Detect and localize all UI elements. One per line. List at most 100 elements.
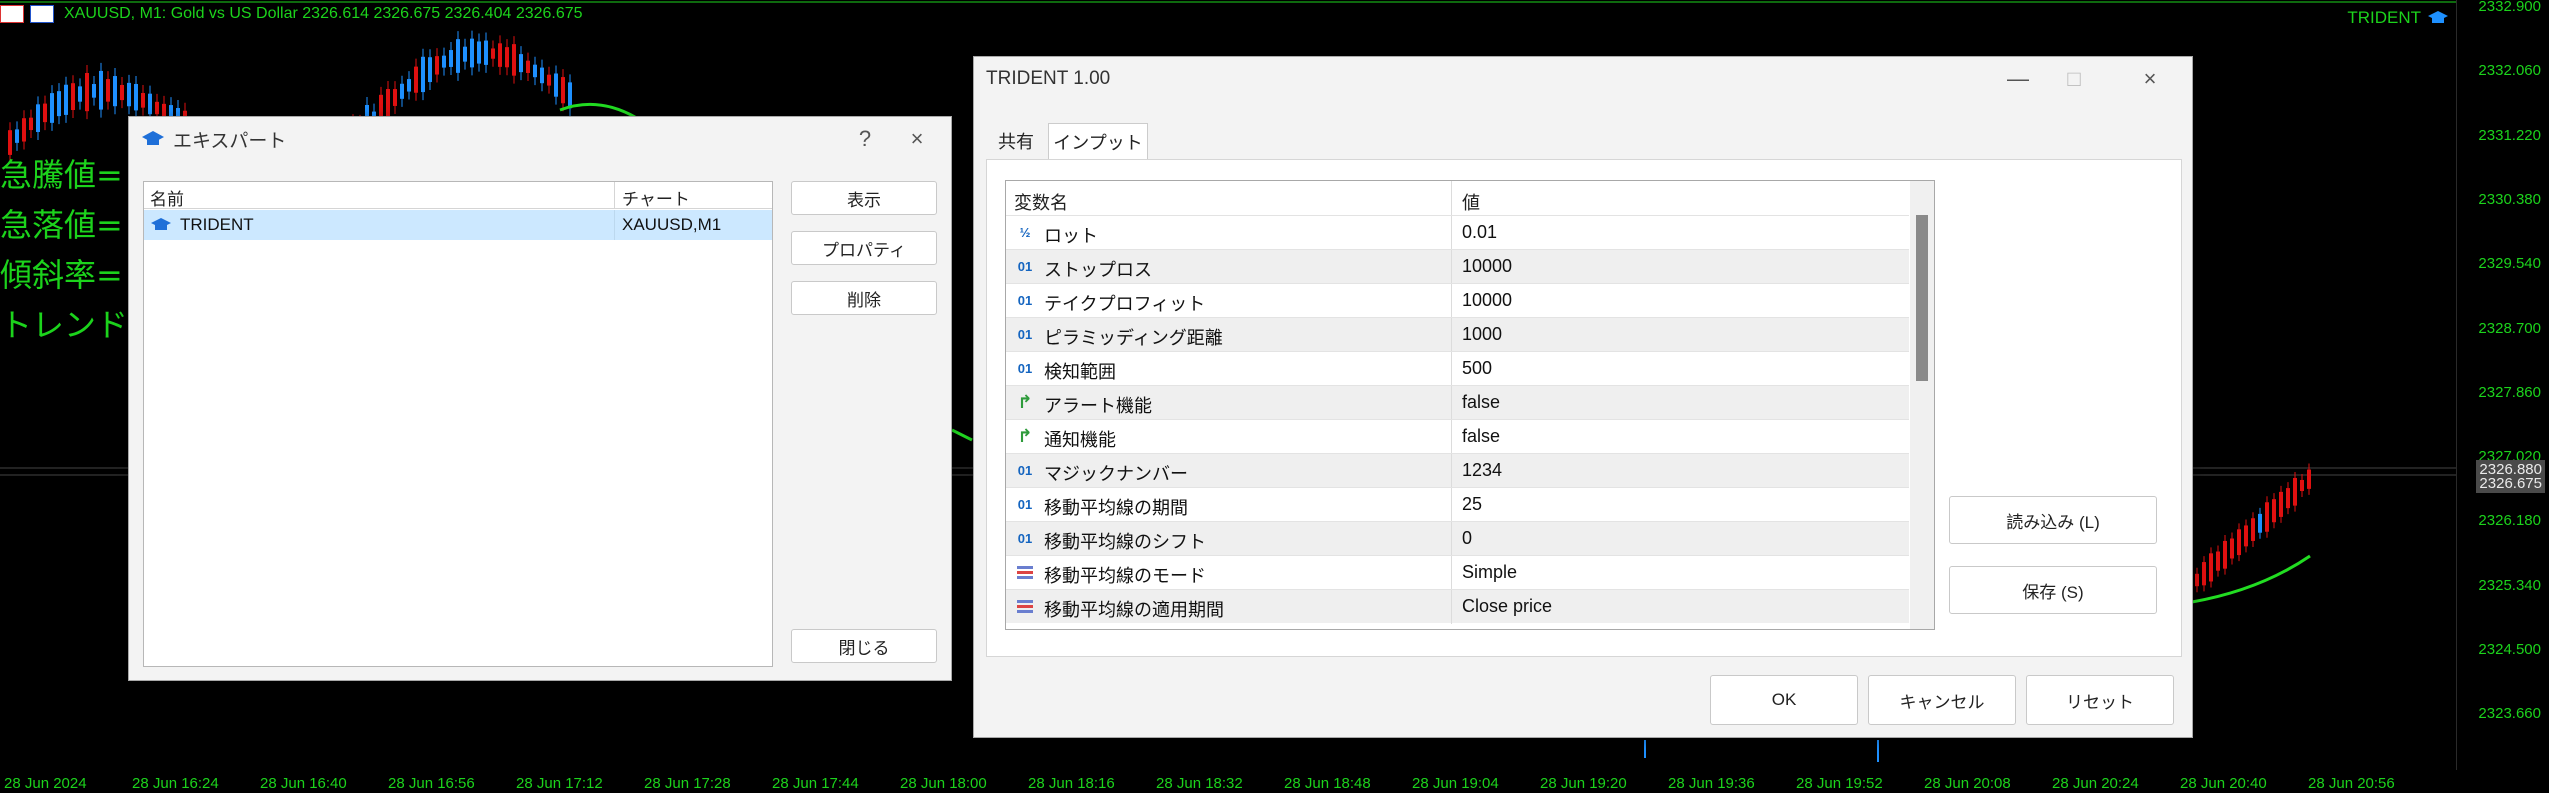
moving-average-line — [951, 428, 973, 442]
int-type-icon: 01 — [1017, 292, 1033, 308]
column-value-header[interactable]: 値 — [1462, 189, 1480, 215]
price-tick-label: 2324.500 — [2478, 641, 2541, 658]
tab-common[interactable]: 共有 — [986, 123, 1046, 159]
parameter-row[interactable]: 01 マジックナンバー 1234 — [1006, 453, 1909, 488]
show-button[interactable]: 表示 — [791, 181, 937, 215]
close-icon[interactable]: × — [2122, 57, 2178, 101]
parameter-value[interactable]: Close price — [1462, 596, 1552, 617]
parameter-value[interactable]: 25 — [1462, 494, 1482, 515]
price-tick-label: 2328.700 — [2478, 319, 2541, 337]
expert-list-header: 名前 チャート — [144, 182, 772, 209]
price-tick-label: 2329.540 — [2478, 255, 2541, 273]
time-tick-label: 28 Jun 19:52 — [1796, 775, 1883, 792]
time-tick-label: 28 Jun 16:24 — [132, 775, 219, 792]
graduation-cap-icon — [151, 218, 171, 230]
bool-type-icon: ↱ — [1017, 425, 1033, 446]
parameter-row[interactable]: 01 ピラミッディング距離 1000 — [1006, 317, 1909, 352]
int-type-icon: 01 — [1017, 360, 1033, 376]
parameter-row[interactable]: ↱ アラート機能 false — [1006, 385, 1909, 420]
trident-properties-dialog: TRIDENT 1.00 — □ × 共有 インプット 変数名 値 ½ ロット 0.… — [973, 56, 2193, 738]
help-button[interactable]: ? — [837, 117, 893, 161]
parameter-value[interactable]: 0.01 — [1462, 222, 1497, 243]
parameter-value[interactable]: 10000 — [1462, 256, 1512, 277]
time-tick-label: 28 Jun 19:20 — [1540, 775, 1627, 792]
parameter-row[interactable]: 01 移動平均線のシフト 0 — [1006, 521, 1909, 556]
column-name-header[interactable]: 名前 — [150, 185, 184, 210]
column-variable-header[interactable]: 変数名 — [1014, 189, 1068, 215]
scrollbar-thumb[interactable] — [1916, 215, 1928, 381]
parameter-value[interactable]: Simple — [1462, 562, 1517, 583]
time-tick-label: 28 Jun 18:48 — [1284, 775, 1371, 792]
price-tick-label: 2327.860 — [2478, 383, 2541, 401]
parameter-row[interactable]: ↱ 通知機能 false — [1006, 419, 1909, 454]
save-button[interactable]: 保存 (S) — [1949, 566, 2157, 614]
expert-list[interactable]: 名前 チャート TRIDENT XAUUSD,M1 — [143, 181, 773, 667]
time-tick-label: 28 Jun 20:40 — [2180, 775, 2267, 792]
time-tick-label: 28 Jun 17:44 — [772, 775, 859, 792]
properties-button[interactable]: プロパティ — [791, 231, 937, 265]
parameter-table[interactable]: 変数名 値 ½ ロット 0.01 01 ストップロス 10000 01 テイクプロフィット 10… — [1005, 180, 1935, 630]
parameter-row[interactable]: 01 検知範囲 500 — [1006, 351, 1909, 386]
chart-grid-icon[interactable] — [30, 5, 54, 23]
parameter-value[interactable]: 1000 — [1462, 324, 1502, 345]
parameter-name: 移動平均線のモード — [1044, 566, 1206, 586]
parameter-value[interactable]: 10000 — [1462, 290, 1512, 311]
parameter-name: ピラミッディング距離 — [1044, 328, 1223, 348]
parameter-name: マジックナンバー — [1044, 464, 1188, 484]
parameter-name: 移動平均線の適用期間 — [1044, 600, 1224, 620]
parameter-table-header: 変数名 値 — [1006, 181, 1909, 215]
enum-type-icon — [1014, 597, 1036, 615]
tab-inputs[interactable]: インプット — [1048, 123, 1148, 159]
parameter-name: アラート機能 — [1044, 396, 1152, 416]
parameter-value[interactable]: 500 — [1462, 358, 1492, 379]
parameter-name: 検知範囲 — [1044, 362, 1116, 382]
load-button[interactable]: 読み込み (L) — [1949, 496, 2157, 544]
parameter-row[interactable]: 01 テイクプロフィット 10000 — [1006, 283, 1909, 318]
time-scale[interactable]: 28 Jun 2024 28 Jun 16:24 28 Jun 16:40 28 Ju… — [0, 771, 2457, 793]
chart-window-icon[interactable] — [0, 5, 24, 23]
parameter-value[interactable]: false — [1462, 426, 1500, 447]
time-tick-label: 28 Jun 20:24 — [2052, 775, 2139, 792]
trident-dialog-titlebar[interactable]: TRIDENT 1.00 — □ × — [974, 57, 2192, 101]
parameter-name: 通知機能 — [1044, 430, 1116, 450]
graduation-cap-icon — [142, 131, 164, 145]
plunge-value-label: 急落値= — [0, 206, 123, 244]
maximize-icon: □ — [2067, 66, 2081, 91]
parameter-row[interactable]: 01 ストップロス 10000 — [1006, 249, 1909, 284]
reset-button[interactable]: リセット — [2026, 675, 2174, 725]
ea-name-label: TRIDENT — [2347, 8, 2421, 27]
enum-type-icon — [1014, 563, 1036, 581]
parameter-value[interactable]: false — [1462, 392, 1500, 413]
parameter-row[interactable]: 移動平均線の適用期間 Close price — [1006, 589, 1909, 624]
close-button[interactable]: 閉じる — [791, 629, 937, 663]
int-type-icon: 01 — [1017, 462, 1033, 478]
parameter-name: 移動平均線のシフト — [1044, 532, 1206, 552]
time-tick-label: 28 Jun 17:12 — [516, 775, 603, 792]
parameter-row[interactable]: 移動平均線のモード Simple — [1006, 555, 1909, 590]
time-tick-label: 28 Jun 16:56 — [388, 775, 475, 792]
parameter-name: ロット — [1044, 226, 1098, 246]
bool-type-icon: ↱ — [1017, 391, 1033, 412]
time-tick-label: 28 Jun 17:28 — [644, 775, 731, 792]
parameter-scrollbar[interactable] — [1910, 181, 1934, 629]
parameter-value[interactable]: 0 — [1462, 528, 1472, 549]
column-chart-header[interactable]: チャート — [622, 185, 690, 210]
ea-indicator[interactable]: TRIDENT — [2347, 8, 2449, 28]
parameter-row[interactable]: ½ ロット 0.01 — [1006, 215, 1909, 250]
parameter-row[interactable]: 01 移動平均線の期間 25 — [1006, 487, 1909, 522]
list-item[interactable]: TRIDENT XAUUSD,M1 — [144, 210, 772, 240]
parameter-value[interactable]: 1234 — [1462, 460, 1502, 481]
ok-button[interactable]: OK — [1710, 675, 1858, 725]
expert-name: TRIDENT — [180, 215, 254, 234]
close-icon[interactable]: × — [889, 117, 945, 161]
time-tick-label: 28 Jun 20:08 — [1924, 775, 2011, 792]
time-tick-label: 28 Jun 16:40 — [260, 775, 347, 792]
cancel-button[interactable]: キャンセル — [1868, 675, 2016, 725]
expert-dialog-titlebar[interactable]: エキスパート ? × — [129, 117, 951, 161]
time-tick-label: 28 Jun 19:36 — [1668, 775, 1755, 792]
price-scale[interactable]: 2332.900 2332.060 2331.220 2330.380 2329.540… — [2456, 0, 2549, 770]
minimize-icon[interactable]: — — [1990, 57, 2046, 101]
int-type-icon: 01 — [1017, 496, 1033, 512]
price-tick-label: 2332.900 — [2478, 0, 2541, 15]
delete-button[interactable]: 削除 — [791, 281, 937, 315]
